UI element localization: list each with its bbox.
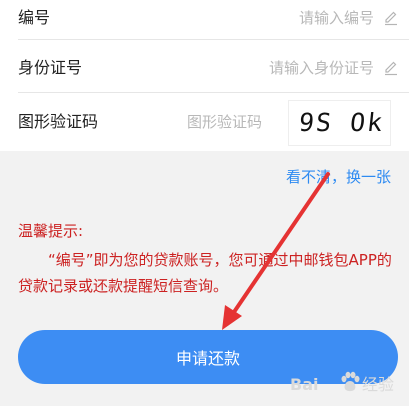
captcha-label: 图形验证码 bbox=[18, 112, 99, 131]
baidu-paw-logo bbox=[341, 371, 360, 392]
tips-body: “编号”即为您的贷款账号，您可通过中邮钱包APP的贷款记录或还款提醒短信查询。 bbox=[18, 251, 392, 295]
form-card: 编号 身份证号 图形验证码 9S Ok bbox=[0, 0, 409, 151]
id-number-label: 身份证号 bbox=[18, 58, 83, 77]
tips-title: 温馨提示: bbox=[18, 222, 84, 240]
captcha-input[interactable] bbox=[150, 112, 262, 132]
account-number-input[interactable] bbox=[230, 8, 374, 28]
pencil-icon[interactable] bbox=[383, 10, 399, 26]
pencil-icon[interactable] bbox=[383, 60, 399, 76]
captcha-image[interactable]: 9S Ok bbox=[288, 100, 391, 146]
id-number-row: 身份证号 bbox=[0, 48, 409, 98]
baidu-watermark: Bai 经验 bbox=[290, 368, 402, 400]
watermark-brand: Bai bbox=[290, 375, 319, 394]
account-number-row: 编号 bbox=[0, 0, 409, 50]
watermark-suffix: 经验 bbox=[362, 375, 395, 394]
refresh-captcha-link[interactable]: 看不清，换一张 bbox=[286, 167, 391, 187]
captcha-text: 9S Ok bbox=[297, 108, 386, 137]
account-number-label: 编号 bbox=[18, 8, 51, 27]
divider bbox=[18, 39, 409, 40]
divider bbox=[18, 92, 409, 93]
id-number-input[interactable] bbox=[200, 58, 374, 78]
